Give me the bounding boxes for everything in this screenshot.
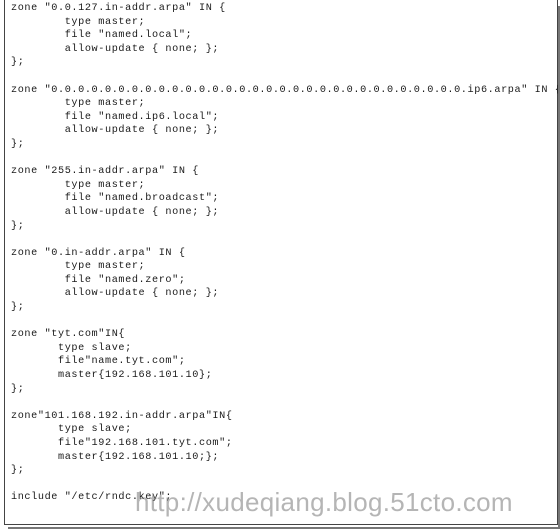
config-file-text: zone "0.0.127.in-addr.arpa" IN { type ma… — [5, 2, 557, 505]
document-page: zone "0.0.127.in-addr.arpa" IN { type ma… — [4, 0, 558, 525]
